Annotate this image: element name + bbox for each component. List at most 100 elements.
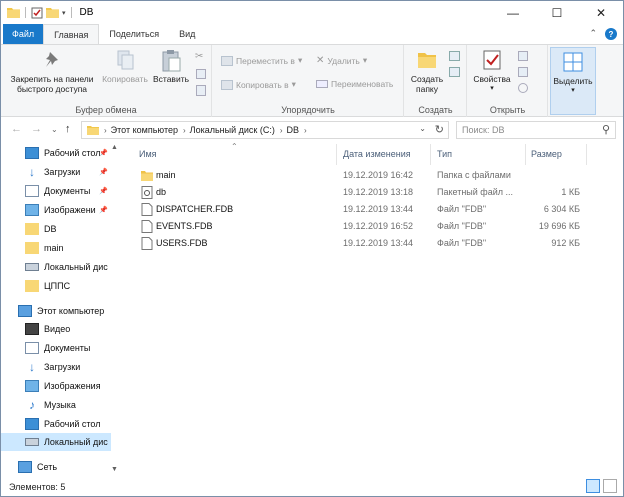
easy-access-icon[interactable] xyxy=(449,67,460,77)
nav-item-main[interactable]: main xyxy=(1,239,111,257)
paste-shortcut-icon[interactable] xyxy=(196,85,206,96)
file-icon xyxy=(141,220,153,233)
file-size: 6 304 КБ xyxy=(543,204,580,214)
breadcrumb-this-pc[interactable]: Этот компьютер xyxy=(111,125,178,135)
copy-path-icon[interactable] xyxy=(196,69,206,79)
maximize-button[interactable]: ☐ xyxy=(535,1,579,24)
copy-to-button[interactable]: Копировать в ▾ xyxy=(221,79,296,90)
file-date: 19.12.2019 13:44 xyxy=(343,238,414,248)
file-row[interactable]: db 19.12.2019 13:18 Пакетный файл ... 1 … xyxy=(138,184,580,201)
address-bar[interactable]: › Этот компьютер › Локальный диск (C:) ›… xyxy=(81,121,449,139)
column-header-name[interactable]: Имя xyxy=(139,149,157,159)
nav-item-pc-local-disk[interactable]: Локальный дис xyxy=(1,433,111,451)
nav-scrollbar[interactable]: ▲ ▼ xyxy=(110,142,121,477)
nav-item-db[interactable]: DB xyxy=(1,220,111,238)
drive-icon xyxy=(25,438,39,446)
nav-item-video[interactable]: Видео xyxy=(1,320,111,338)
nav-item-music[interactable]: ♪ Музыка xyxy=(1,396,111,414)
forward-arrow-icon[interactable]: → xyxy=(31,123,42,135)
nav-item-local-disk[interactable]: Локальный дис xyxy=(1,258,111,276)
scroll-up-icon[interactable]: ▲ xyxy=(111,144,118,151)
file-name: USERS.FDB xyxy=(156,238,208,248)
breadcrumb-db[interactable]: DB xyxy=(287,125,300,135)
new-folder-button[interactable]: Создать папку xyxy=(407,49,447,94)
scroll-down-icon[interactable]: ▼ xyxy=(111,466,118,473)
history-icon[interactable] xyxy=(518,83,528,93)
download-icon: ↓ xyxy=(29,165,35,179)
help-icon[interactable]: ? xyxy=(605,28,617,40)
title-bar: ▾ DB — ☐ ✕ xyxy=(1,1,623,24)
nav-item-pc-desktop[interactable]: Рабочий стол xyxy=(1,415,111,433)
nav-item-this-pc[interactable]: Этот компьютер xyxy=(1,302,111,320)
paste-icon xyxy=(162,50,181,72)
search-icon[interactable]: ⚲ xyxy=(602,123,610,136)
search-input[interactable]: Поиск: DB ⚲ xyxy=(456,121,616,139)
pin-icon: 📌 xyxy=(99,169,108,176)
up-arrow-icon[interactable]: ↑ xyxy=(65,123,71,135)
nav-item-desktop[interactable]: Рабочий стол 📌 xyxy=(1,144,111,162)
back-arrow-icon[interactable]: ← xyxy=(11,123,22,135)
ribbon-tabs: Файл Главная Поделиться Вид ⌃ ? xyxy=(1,24,623,44)
nav-item-pc-pictures[interactable]: Изображения xyxy=(1,377,111,395)
details-view-icon[interactable] xyxy=(586,479,600,493)
pin-quick-access-button[interactable]: Закрепить на панели быстрого доступа xyxy=(5,49,99,94)
pictures-icon xyxy=(25,204,39,216)
chevron-down-icon[interactable]: ⌄ xyxy=(419,124,426,133)
nav-item-pc-downloads[interactable]: ↓ Загрузки xyxy=(1,358,111,376)
nav-item-label: Изображения xyxy=(44,381,101,391)
breadcrumb-local-disk[interactable]: Локальный диск (C:) xyxy=(190,125,275,135)
select-button[interactable]: Выделить ▾ xyxy=(553,51,593,96)
refresh-icon[interactable]: ↻ xyxy=(435,123,444,136)
copy-button[interactable]: Копировать xyxy=(99,49,151,84)
large-icons-view-icon[interactable] xyxy=(603,479,617,493)
file-name: db xyxy=(156,187,167,197)
file-size: 912 КБ xyxy=(551,238,580,248)
properties-icon[interactable] xyxy=(31,7,43,19)
file-row[interactable]: USERS.FDB 19.12.2019 13:44 Файл "FDB" 91… xyxy=(138,235,580,252)
nav-item-network[interactable]: Сеть xyxy=(1,458,111,476)
minimize-button[interactable]: — xyxy=(491,1,535,24)
rename-button[interactable]: Переименовать xyxy=(316,79,393,89)
edit-icon[interactable] xyxy=(518,67,528,77)
nav-item-label: Этот компьютер xyxy=(37,306,105,316)
cut-icon[interactable]: ✂ xyxy=(195,51,203,62)
new-item-icon[interactable] xyxy=(449,51,460,61)
new-folder-label: Создать папку xyxy=(410,74,444,94)
clipboard-group: Закрепить на панели быстрого доступа Коп… xyxy=(1,45,212,117)
open-icon[interactable] xyxy=(518,51,528,61)
music-icon: ♪ xyxy=(29,398,35,412)
folder-icon xyxy=(25,280,39,292)
select-group: Выделить ▾ xyxy=(550,47,596,115)
nav-item-downloads[interactable]: ↓ Загрузки 📌 xyxy=(1,163,111,181)
chevron-down-icon[interactable]: ▾ xyxy=(62,9,66,17)
delete-button[interactable]: ✕ Удалить ▾ xyxy=(316,55,367,66)
nav-item-documents[interactable]: Документы 📌 xyxy=(1,182,111,200)
file-row[interactable]: EVENTS.FDB 19.12.2019 16:52 Файл "FDB" 1… xyxy=(138,218,580,235)
documents-icon xyxy=(25,342,39,354)
tab-home[interactable]: Главная xyxy=(43,24,100,44)
column-header-date[interactable]: Дата изменения xyxy=(343,149,411,159)
tab-view[interactable]: Вид xyxy=(169,24,205,44)
nav-item-label: Изображени xyxy=(44,205,96,215)
nav-item-tspps[interactable]: ЦППС xyxy=(1,277,111,295)
column-header-type[interactable]: Тип xyxy=(437,149,452,159)
column-header-size[interactable]: Размер xyxy=(531,149,562,159)
new-folder-icon[interactable] xyxy=(46,7,59,18)
close-button[interactable]: ✕ xyxy=(579,1,623,24)
file-row[interactable]: main 19.12.2019 16:42 Папка с файлами xyxy=(138,167,578,184)
pin-icon xyxy=(46,52,58,67)
folder-icon xyxy=(87,126,99,135)
paste-button[interactable]: Вставить xyxy=(151,49,191,84)
nav-item-pc-documents[interactable]: Документы xyxy=(1,339,111,357)
copy-icon xyxy=(117,50,134,70)
chevron-up-icon[interactable]: ⌃ xyxy=(589,28,597,40)
file-row[interactable]: DISPATCHER.FDB 19.12.2019 13:44 Файл "FD… xyxy=(138,201,580,218)
tab-share[interactable]: Поделиться xyxy=(99,24,169,44)
desktop-icon xyxy=(25,147,39,159)
nav-item-pictures[interactable]: Изображени 📌 xyxy=(1,201,111,219)
move-to-button[interactable]: Переместить в ▾ xyxy=(221,55,302,66)
properties-button[interactable]: Свойства ▾ xyxy=(472,49,512,94)
file-icon xyxy=(141,237,153,250)
tab-file[interactable]: Файл xyxy=(3,24,44,44)
recent-locations-chevron-icon[interactable]: ⌄ xyxy=(51,125,58,134)
